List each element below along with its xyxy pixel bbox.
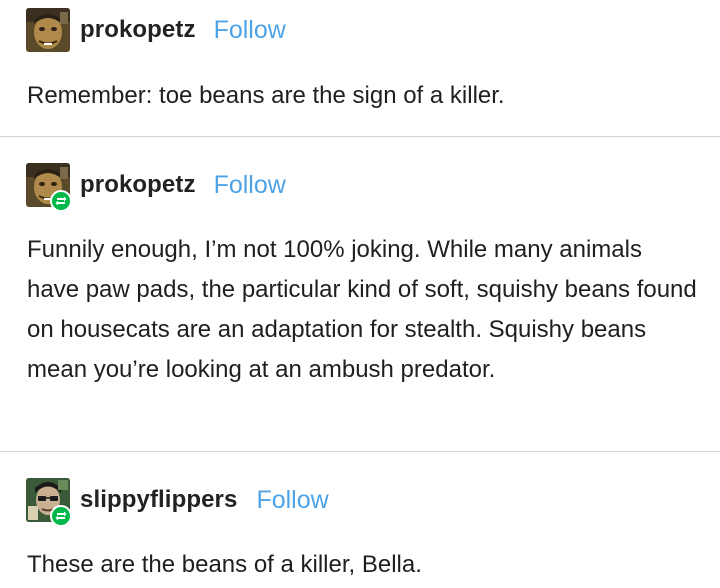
avatar[interactable]: [26, 478, 72, 527]
post-header: prokopetz Follow: [26, 8, 286, 52]
username[interactable]: prokopetz: [80, 16, 196, 44]
post: slippyflippers Follow These are the bean…: [0, 452, 720, 588]
avatar-portrait-icon: [26, 8, 70, 52]
follow-button[interactable]: Follow: [214, 16, 286, 45]
follow-button[interactable]: Follow: [214, 171, 286, 200]
avatar[interactable]: [26, 8, 70, 52]
reblog-icon: [50, 190, 72, 212]
post: prokopetz Follow Remember: toe beans are…: [0, 0, 720, 136]
post: prokopetz Follow Funnily enough, I’m not…: [0, 137, 720, 451]
username[interactable]: slippyflippers: [80, 486, 237, 514]
post-header: slippyflippers Follow: [26, 478, 329, 527]
post-text: These are the beans of a killer, Bella.: [27, 551, 422, 578]
post-header: prokopetz Follow: [26, 163, 286, 212]
avatar[interactable]: [26, 163, 72, 212]
follow-button[interactable]: Follow: [256, 486, 328, 515]
post-text: Funnily enough, I’m not 100% joking. Whi…: [27, 236, 697, 383]
reblog-icon: [50, 505, 72, 527]
post-text: Remember: toe beans are the sign of a ki…: [27, 82, 505, 109]
username[interactable]: prokopetz: [80, 171, 196, 199]
